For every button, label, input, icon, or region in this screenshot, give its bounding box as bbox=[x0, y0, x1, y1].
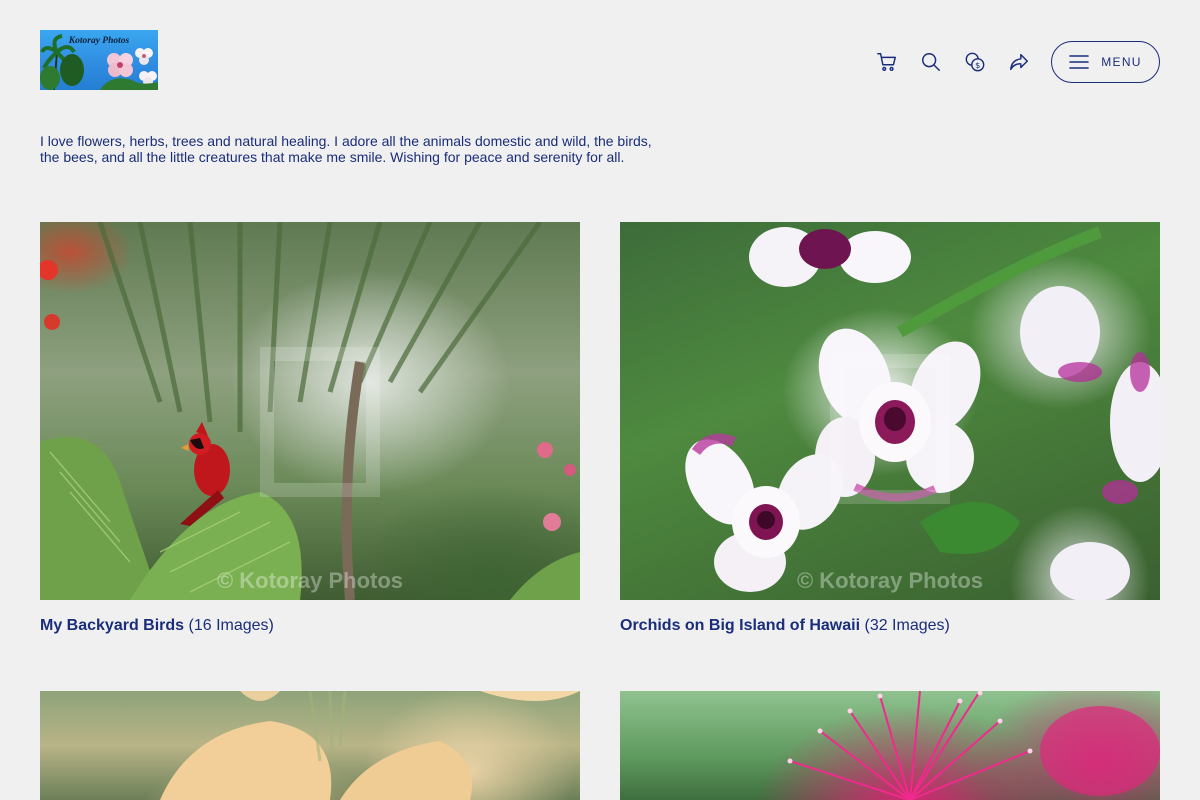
gallery-title[interactable]: Orchids on Big Island of Hawaii bbox=[620, 617, 860, 634]
svg-text:$: $ bbox=[975, 60, 980, 70]
gallery-card[interactable] bbox=[620, 691, 1160, 800]
ohia-photo-art bbox=[787, 691, 1160, 800]
header-actions: $ MENU bbox=[865, 41, 1160, 83]
cart-icon[interactable] bbox=[865, 41, 909, 83]
currency-icon[interactable]: $ bbox=[953, 41, 997, 83]
menu-button[interactable]: MENU bbox=[1051, 41, 1160, 83]
logo-title: Kotoray Photos bbox=[68, 36, 130, 46]
site-logo[interactable]: Kotoray Photos bbox=[40, 30, 158, 90]
gallery-cover-birds[interactable]: © Kotoray Photos bbox=[40, 222, 580, 600]
hibiscus-photo-art bbox=[160, 691, 580, 800]
gallery-caption[interactable]: Orchids on Big Island of Hawaii (32 Imag… bbox=[620, 617, 1160, 635]
gallery-count: (32 Images) bbox=[864, 617, 950, 634]
photo-watermark: © Kotoray Photos bbox=[216, 568, 404, 593]
gallery-caption[interactable]: My Backyard Birds (16 Images) bbox=[40, 617, 580, 635]
share-icon[interactable] bbox=[997, 41, 1041, 83]
menu-label: MENU bbox=[1101, 55, 1142, 69]
site-header: Kotoray Photos $ MENU bbox=[40, 30, 1160, 90]
gallery-title[interactable]: My Backyard Birds bbox=[40, 617, 184, 634]
search-icon[interactable] bbox=[909, 41, 953, 83]
gallery-cover[interactable] bbox=[620, 691, 1160, 800]
gallery-cover-orchids[interactable]: © Kotoray Photos bbox=[620, 222, 1160, 600]
photo-watermark: © Kotoray Photos bbox=[796, 568, 984, 593]
gallery-cover[interactable] bbox=[40, 691, 580, 800]
gallery-card[interactable] bbox=[40, 691, 580, 800]
bio-text: I love flowers, herbs, trees and natural… bbox=[40, 133, 652, 165]
gallery-card[interactable]: © Kotoray Photos My Backyard Birds (16 I… bbox=[40, 222, 580, 635]
hamburger-icon bbox=[1069, 55, 1090, 69]
gallery-count: (16 Images) bbox=[188, 617, 274, 634]
gallery-card[interactable]: © Kotoray Photos Orchids on Big Island o… bbox=[620, 222, 1160, 635]
